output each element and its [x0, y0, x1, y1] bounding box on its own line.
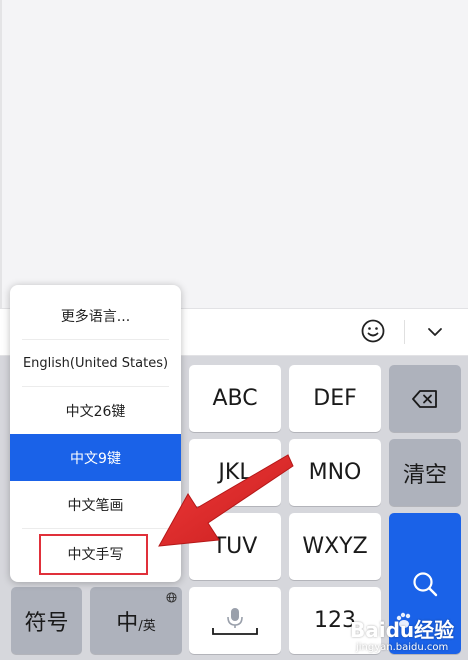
language-switch-label: 中/英 [116, 605, 155, 637]
key-mno[interactable]: MNO [289, 439, 381, 506]
menu-item-chinese-stroke[interactable]: 中文笔画 [10, 481, 181, 528]
smiley-icon[interactable] [361, 319, 385, 343]
symbols-button[interactable]: 符号 [11, 587, 82, 654]
microphone-icon [212, 607, 258, 635]
key-wxyz-label: WXYZ [302, 534, 368, 559]
key-tuv[interactable]: TUV [189, 513, 281, 580]
menu-divider [22, 528, 169, 529]
toolbar-divider [404, 320, 405, 344]
menu-item-label: 中文26键 [65, 403, 126, 420]
key-wxyz[interactable]: WXYZ [289, 513, 381, 580]
key-tuv-label: TUV [212, 534, 258, 559]
menu-item-label: 中文笔画 [67, 497, 124, 514]
menu-item-label: English(United States) [22, 356, 169, 371]
menu-item-english[interactable]: English(United States) [10, 340, 181, 387]
watermark-main: Baidu经验 [350, 618, 455, 642]
search-icon [413, 571, 438, 596]
clear-button[interactable]: 清空 [389, 439, 461, 506]
key-jkl-label: JKL [218, 460, 252, 485]
watermark-url: jingyan.baidu.com [356, 642, 449, 653]
key-mno-label: MNO [308, 460, 362, 485]
menu-item-label: 中文9键 [70, 450, 121, 467]
key-jkl[interactable]: JKL [189, 439, 281, 506]
menu-item-label: 更多语言... [60, 308, 131, 325]
highlight-box [39, 534, 148, 575]
key-def[interactable]: DEF [289, 365, 381, 432]
lang-en-label: /英 [138, 618, 156, 634]
key-abc-label: ABC [212, 386, 258, 411]
clear-button-label: 清空 [402, 462, 447, 488]
globe-icon [166, 592, 177, 603]
key-def-label: DEF [313, 386, 357, 411]
key-abc[interactable]: ABC [189, 365, 281, 432]
language-switch-button[interactable]: 中/英 [90, 587, 182, 654]
watermark: Baidu经验 jingyan.baidu.com [350, 604, 468, 660]
chevron-down-icon[interactable] [425, 322, 445, 342]
content-area [0, 0, 468, 310]
menu-item-more-languages[interactable]: 更多语言... [10, 292, 181, 339]
backspace-icon [412, 389, 437, 408]
symbols-button-label: 符号 [24, 610, 69, 636]
space-voice-key[interactable] [189, 587, 281, 654]
lang-zh-label: 中 [116, 610, 139, 636]
backspace-button[interactable] [389, 365, 461, 432]
menu-item-chinese-26-key[interactable]: 中文26键 [10, 387, 181, 434]
menu-item-chinese-9-key[interactable]: 中文9键 [10, 434, 181, 481]
